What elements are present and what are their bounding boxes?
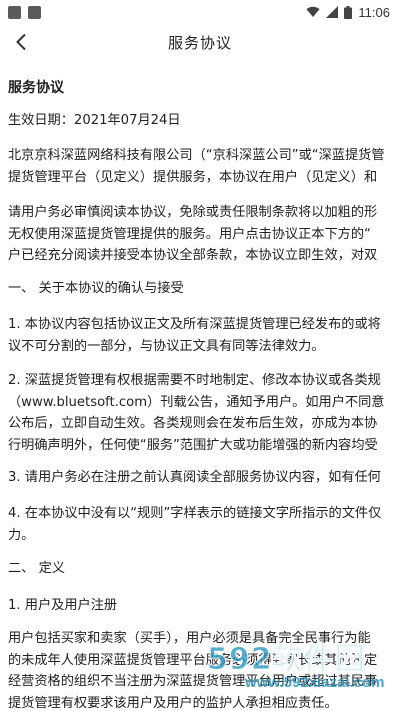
- list-item: 3. 请用户务必在注册之前认真阅读全部服务协议内容，如有任何: [8, 470, 381, 485]
- notification-icon: [8, 5, 21, 19]
- paragraph: 用户包括买家和卖家（买手），用户必须是具备完全民事行为能 的未成年人使用深蓝提货…: [8, 631, 378, 711]
- list-item: 4. 在本协议中没有以“规则”字样表示的链接文字所指示的文件仅 力。: [8, 506, 382, 543]
- chevron-left-icon: [16, 33, 26, 51]
- paragraph: 北京京科深蓝网络科技有限公司（“京科深蓝公司”或“深蓝提货管 提货管理平台（见定…: [8, 148, 385, 185]
- agreement-content[interactable]: 服务协议 生效日期：2021年07月24日 北京京科深蓝网络科技有限公司（“京科…: [8, 60, 400, 711]
- status-time: 11:06: [358, 4, 390, 20]
- status-bar: 11:06: [0, 0, 400, 24]
- battery-icon: [344, 5, 353, 19]
- back-button[interactable]: [8, 28, 34, 56]
- section-heading: 一、 关于本协议的确认与接受: [8, 281, 184, 296]
- status-right: 11:06: [306, 5, 390, 20]
- list-item: 1. 本协议内容包括协议正文及所有深蓝提货管理已经发布的或将 议不可分割的一部分…: [8, 317, 381, 354]
- navigation-bar: 服务协议: [0, 24, 400, 60]
- status-left: [8, 5, 41, 19]
- wifi-icon: [306, 6, 320, 17]
- notification-icon: [28, 5, 41, 19]
- effective-date: 生效日期：2021年07月24日: [8, 113, 181, 128]
- document-title: 服务协议: [8, 80, 64, 96]
- section-heading: 二、 定义: [8, 561, 65, 576]
- subsection-heading: 1. 用户及用户注册: [8, 598, 118, 613]
- list-item: 2. 深蓝提货管理有权根据需要不时地制定、修改本协议或各类规 （www.blue…: [8, 373, 385, 453]
- signal-icon: [326, 6, 339, 18]
- page-title: 服务协议: [167, 33, 232, 52]
- paragraph: 请用户务必审慎阅读本协议，免除或责任限制条款将以加粗的形 无权使用深蓝提货管理提…: [8, 205, 378, 263]
